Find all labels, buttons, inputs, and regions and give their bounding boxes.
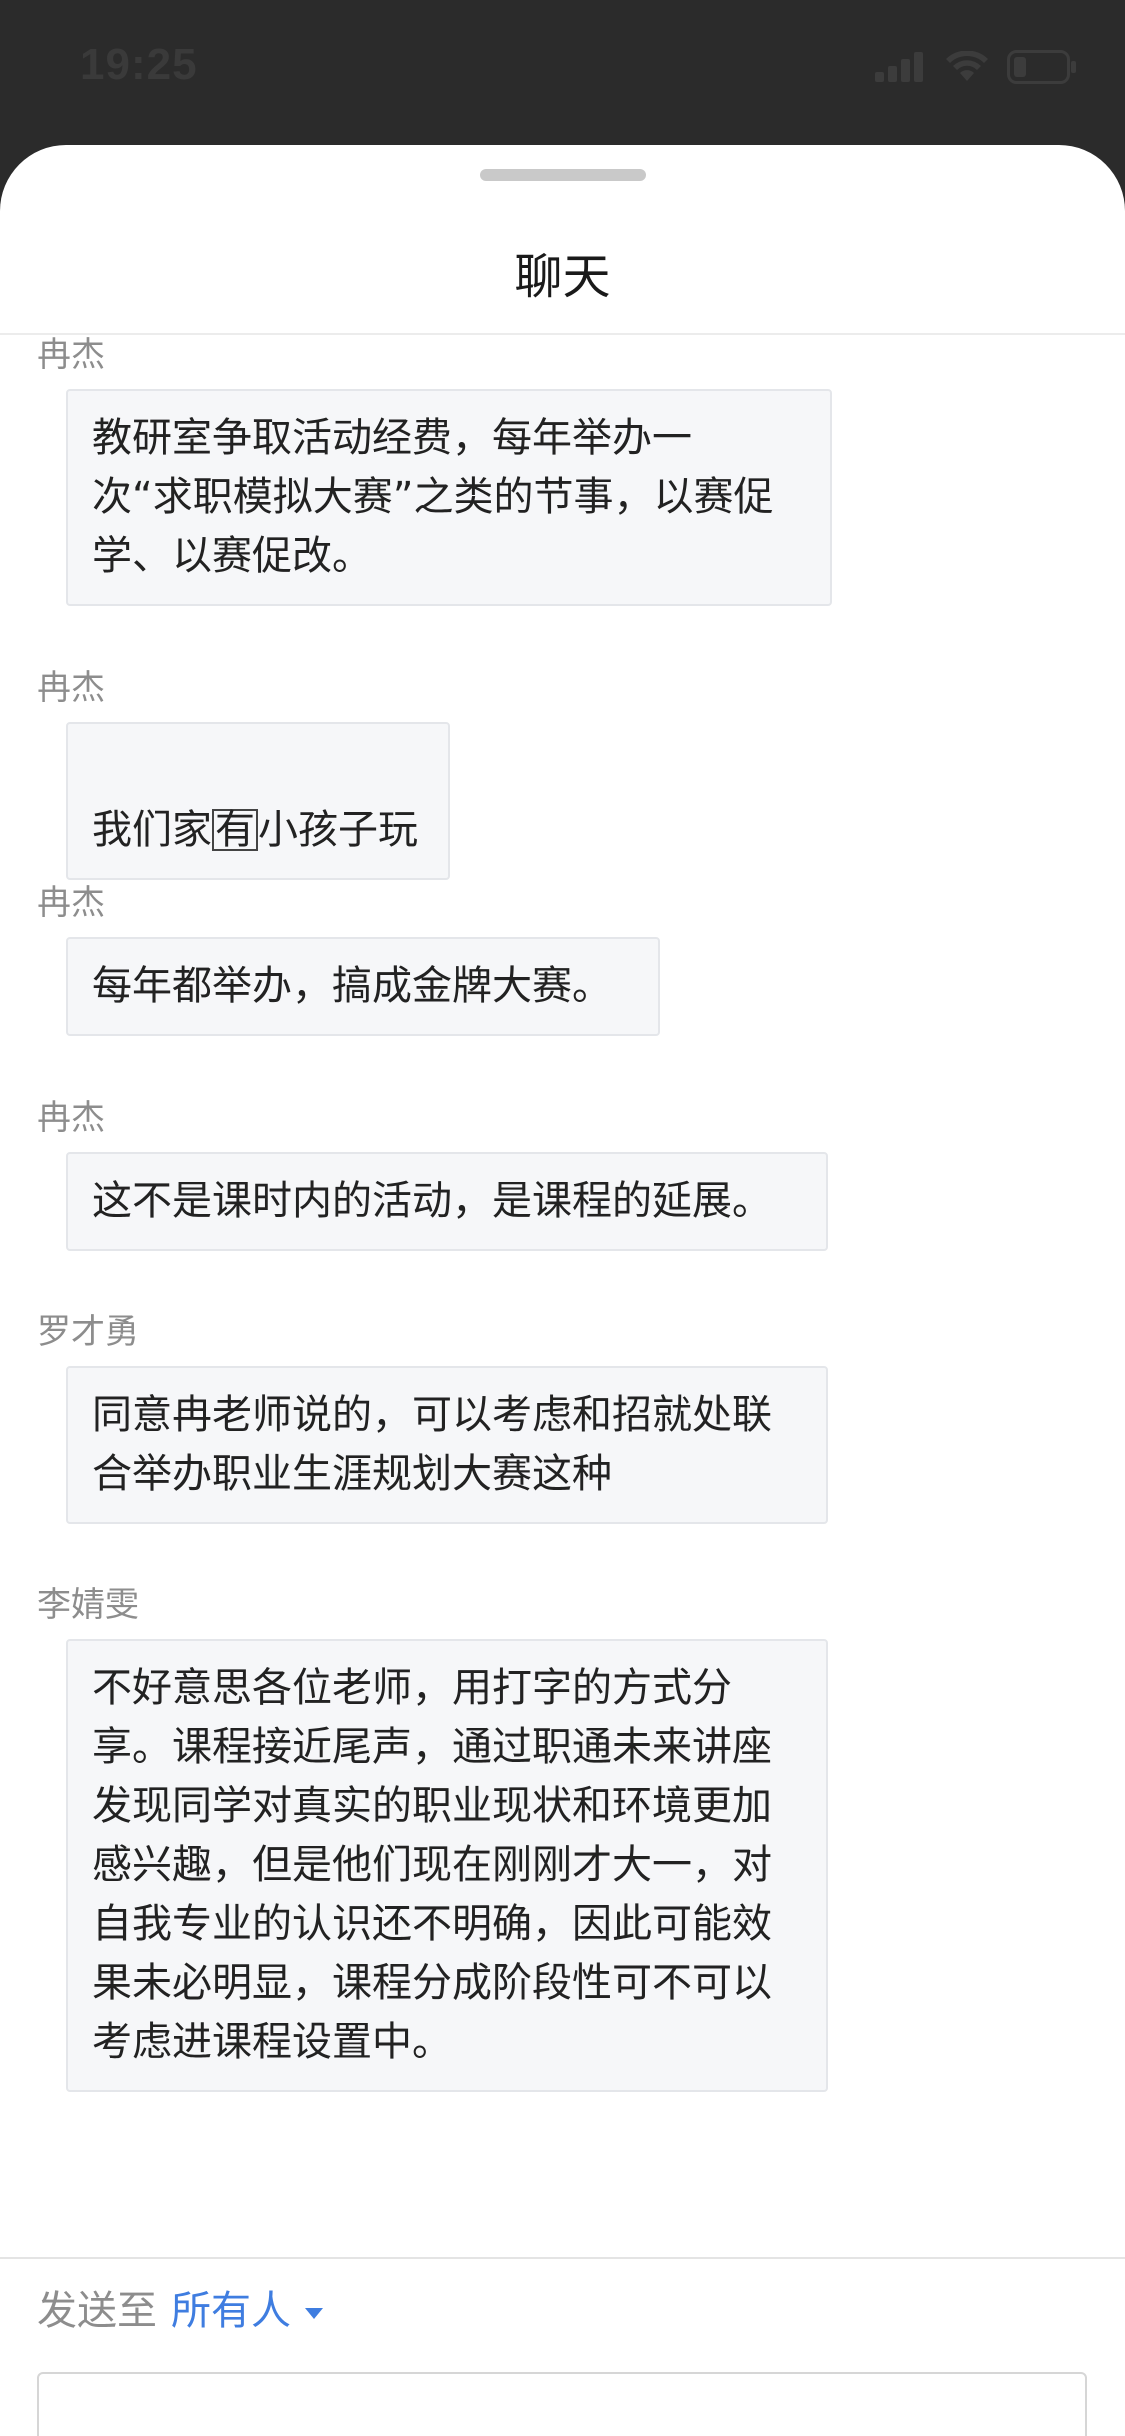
send-to-row: 发送至 所有人 <box>37 2283 323 2339</box>
recipient-value: 所有人 <box>171 2288 291 2334</box>
message-sender: 冉杰 <box>37 668 105 708</box>
message-sender: 罗才勇 <box>37 1312 139 1352</box>
message-list[interactable]: 冉杰 教研室争取活动经费，每年举办一 次“求职模拟大赛”之类的节事，以赛促 学、… <box>0 335 1125 2257</box>
message-bubble: 同意冉老师说的，可以考虑和招就处联 合举办职业生涯规划大赛这种 <box>66 1366 828 1524</box>
caret-down-icon <box>305 2307 323 2319</box>
send-to-label: 发送至 <box>37 2288 157 2334</box>
recipient-dropdown[interactable]: 所有人 <box>171 2283 323 2339</box>
message-input[interactable] <box>37 2372 1087 2436</box>
boxed-character: 有 <box>212 809 258 851</box>
status-bar: 19:25 <box>0 0 1125 145</box>
message-bubble: 每年都举办，搞成金牌大赛。 <box>66 937 660 1036</box>
message-bubble: 教研室争取活动经费，每年举办一 次“求职模拟大赛”之类的节事，以赛促 学、以赛促… <box>66 389 832 606</box>
message-text: 小孩子玩 <box>258 807 418 853</box>
sheet-title: 聊天 <box>514 249 611 305</box>
message-bubble: 我们家有小孩子玩 <box>66 722 450 880</box>
battery-low-icon <box>1007 50 1076 84</box>
chat-sheet: 聊天 冉杰 教研室争取活动经费，每年举办一 次“求职模拟大赛”之类的节事，以赛促… <box>0 145 1125 2436</box>
message-bubble: 这不是课时内的活动，是课程的延展。 <box>66 1152 828 1251</box>
wifi-icon <box>946 51 988 81</box>
sheet-grabber-handle[interactable] <box>480 169 646 181</box>
message-sender: 李婧雯 <box>37 1585 139 1625</box>
status-icons <box>875 50 1077 84</box>
message-text: 我们家 <box>92 807 212 853</box>
message-bubble: 不好意思各位老师，用打字的方式分 享。课程接近尾声，通过职通未来讲座 发现同学对… <box>66 1639 828 2092</box>
message-sender: 冉杰 <box>37 1098 105 1138</box>
composer-divider <box>0 2257 1125 2259</box>
cellular-signal-icon <box>875 52 923 82</box>
message-sender: 冉杰 <box>37 883 105 923</box>
message-sender: 冉杰 <box>37 335 105 375</box>
status-time: 19:25 <box>80 40 198 89</box>
